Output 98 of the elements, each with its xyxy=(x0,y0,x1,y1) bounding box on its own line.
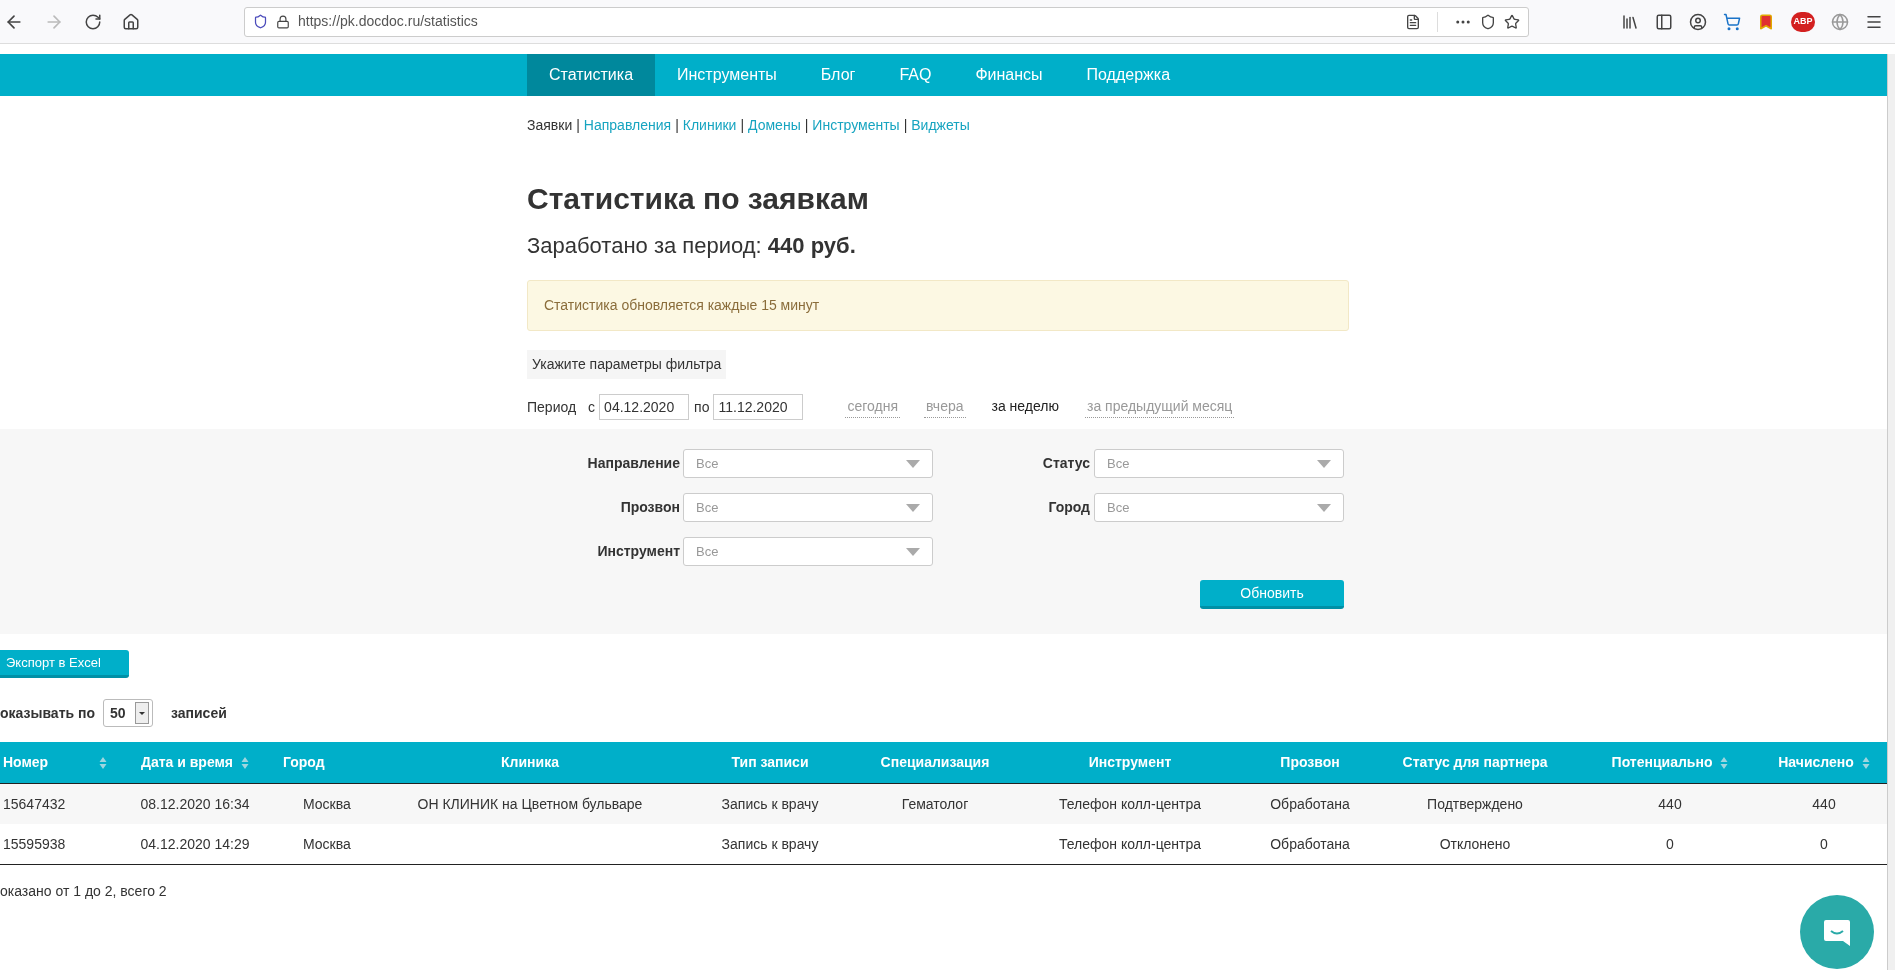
nav-tab[interactable]: FAQ xyxy=(877,54,954,96)
table-cell-text: Запись к врачу xyxy=(721,834,819,854)
update-button[interactable]: Обновить xyxy=(1200,580,1344,609)
table-info: оказано от 1 до 2, всего 2 xyxy=(0,882,168,901)
column-header[interactable]: Начислено xyxy=(1760,742,1888,783)
account-icon[interactable] xyxy=(1689,12,1707,31)
period-preset-link[interactable]: вчера xyxy=(924,396,966,418)
adblock-icon[interactable]: ABP xyxy=(1791,11,1815,32)
star-icon[interactable] xyxy=(1504,13,1520,30)
caret-icon xyxy=(906,459,920,468)
to-label: по xyxy=(694,397,710,417)
filter-label: Прозвон xyxy=(620,498,680,517)
table-cell-text: Телефон колл-центра xyxy=(1058,834,1202,854)
to-date-field[interactable]: 11.12.2020 xyxy=(713,394,804,420)
globe-icon[interactable] xyxy=(1831,12,1849,31)
cart-icon[interactable] xyxy=(1723,12,1741,31)
nav-tab[interactable]: Статистика xyxy=(527,54,656,96)
table-cell-text: Москва xyxy=(303,834,351,854)
from-label: с xyxy=(588,397,596,417)
subnav-link[interactable]: Инструменты xyxy=(812,114,900,136)
dropdown[interactable]: Все xyxy=(1094,493,1344,522)
url-text[interactable]: https://pk.docdoc.ru/statistics xyxy=(298,11,1397,32)
subnav-link[interactable]: Заявки xyxy=(527,114,573,136)
period-preset-link[interactable]: за неделю xyxy=(989,396,1061,418)
separator: | xyxy=(804,115,809,135)
filter-label: Город xyxy=(1048,498,1090,517)
filter-label: Инструмент xyxy=(597,542,680,561)
table-cell-text: 440 xyxy=(1812,794,1836,814)
library-icon[interactable] xyxy=(1621,12,1639,31)
reload-icon[interactable] xyxy=(84,12,102,31)
subnav-link[interactable]: Клиники xyxy=(682,114,737,136)
column-header: Прозвон xyxy=(1279,753,1341,772)
column-header: Инструмент xyxy=(1087,753,1173,772)
separator: | xyxy=(903,115,908,135)
page-size-label: оказывать по xyxy=(0,703,95,723)
separator: | xyxy=(576,115,580,135)
earned-total: Заработано за период: 440 руб. xyxy=(527,232,857,260)
table-cell-text: Обработана xyxy=(1270,794,1350,814)
reader-icon[interactable] xyxy=(1405,13,1421,30)
bookmark-icon[interactable] xyxy=(1757,12,1775,31)
filter-label: Статус xyxy=(1042,454,1090,473)
page-title: Статистика по заявкам xyxy=(527,181,870,217)
table-cell-text: Обработана xyxy=(1270,834,1350,854)
table-cell-text: 15647432 xyxy=(3,794,66,814)
table-cell-text: Гематолог xyxy=(901,794,969,814)
shield-icon[interactable] xyxy=(253,14,268,29)
notice-banner: Статистика обновляется каждые 15 минут xyxy=(527,280,1349,331)
period-preset-link[interactable]: за предыдущий месяц xyxy=(1084,396,1235,418)
nav-tab[interactable]: Инструменты xyxy=(655,54,799,96)
table-cell-text: 04.12.2020 14:29 xyxy=(140,834,250,854)
table-cell-text: Отклонено xyxy=(1439,834,1511,854)
from-date-field[interactable]: 04.12.2020 xyxy=(599,394,690,420)
home-icon[interactable] xyxy=(122,12,140,31)
nav-tab[interactable]: Блог xyxy=(798,54,878,96)
lock-icon xyxy=(276,14,290,29)
page-size-select[interactable]: 50 xyxy=(103,699,153,727)
caret-icon xyxy=(1317,459,1331,468)
caret-icon xyxy=(906,547,920,556)
column-header: Тип записи xyxy=(730,753,810,772)
subnav-link[interactable]: Направления xyxy=(583,114,672,136)
dropdown[interactable]: Все xyxy=(683,493,933,522)
column-header: Город xyxy=(282,753,326,772)
table-cell-text: Телефон колл-центра xyxy=(1058,794,1202,814)
table-cell-text: Запись к врачу xyxy=(721,794,819,814)
table-cell-text: 15595938 xyxy=(3,834,66,854)
column-header[interactable]: Дата и время xyxy=(110,742,280,783)
table-cell-text: 440 xyxy=(1658,794,1682,814)
filter-heading: Укажите параметры фильтра xyxy=(527,350,727,379)
caret-icon xyxy=(1317,503,1331,512)
nav-tab[interactable]: Поддержка xyxy=(1064,54,1193,96)
table-cell-text: 0 xyxy=(1666,834,1674,854)
address-bar[interactable]: https://pk.docdoc.ru/statistics xyxy=(244,6,1529,37)
period-label: Период xyxy=(527,397,577,417)
column-header: Специализация xyxy=(879,753,991,772)
sidebar-icon[interactable] xyxy=(1655,12,1673,31)
period-preset-link[interactable]: сегодня xyxy=(845,396,901,418)
column-header: Статус для партнера xyxy=(1401,753,1549,772)
column-header[interactable]: Потенциально xyxy=(1580,742,1760,783)
subnav-link[interactable]: Виджеты xyxy=(911,114,970,136)
separator: | xyxy=(675,115,679,135)
caret-icon xyxy=(135,702,149,724)
caret-icon xyxy=(906,503,920,512)
export-button[interactable]: Экспорт в Excel xyxy=(0,650,129,678)
nav-tab[interactable]: Финансы xyxy=(953,54,1065,96)
separator: | xyxy=(740,115,745,135)
subnav-link[interactable]: Домены xyxy=(748,114,801,136)
column-header: Клиника xyxy=(500,753,560,772)
dropdown[interactable]: Все xyxy=(683,537,933,566)
column-header[interactable]: Номер xyxy=(0,742,110,783)
table-cell-text: 08.12.2020 16:34 xyxy=(140,794,250,814)
table-cell-text: 0 xyxy=(1820,834,1828,854)
table-cell-text: Москва xyxy=(303,794,351,814)
dropdown[interactable]: Все xyxy=(1094,449,1344,478)
table-cell-text: ОН КЛИНИК на Цветном бульваре xyxy=(417,794,643,814)
filter-label: Направление xyxy=(587,454,680,473)
page-size-suffix: записей xyxy=(171,703,227,723)
table-cell-text: Подтверждено xyxy=(1427,794,1523,814)
dropdown[interactable]: Все xyxy=(683,449,933,478)
